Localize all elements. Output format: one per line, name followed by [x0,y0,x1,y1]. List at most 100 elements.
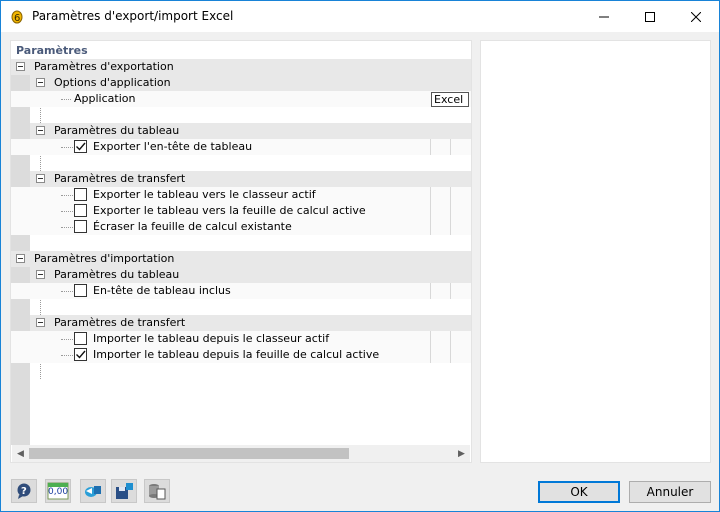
window-title: Paramètres d'export/import Excel [32,9,234,23]
application-label: Application [74,92,136,105]
column-divider [450,347,451,363]
group-label: Paramètres d'exportation [34,60,174,73]
svg-text:?: ? [21,486,27,497]
title-bar: 6 Paramètres d'export/import Excel [1,1,719,32]
export-button[interactable] [80,479,106,503]
dialog-window: 6 Paramètres d'export/import Excel Param… [0,0,720,512]
collapse-toggle-icon[interactable] [36,318,45,327]
ok-button[interactable]: OK [538,481,620,503]
close-button[interactable] [673,1,719,32]
subgroup-label: Paramètres du tableau [54,124,180,137]
column-divider [430,283,431,299]
cancel-button[interactable]: Annuler [629,481,711,503]
column-divider [450,219,451,235]
tree-line [61,227,73,228]
collapse-toggle-icon[interactable] [36,126,45,135]
export-header-label: Exporter l'en-tête de tableau [93,140,253,153]
column-divider [430,347,431,363]
tree-line [61,195,73,196]
tree-line [61,99,71,100]
collapse-toggle-icon[interactable] [16,254,25,263]
import-from-sheet-label: Importer le tableau depuis la feuille de… [93,348,380,361]
column-divider [450,331,451,347]
column-divider [430,139,431,155]
tree-item-overwrite-sheet[interactable]: Écraser la feuille de calcul existante [11,219,471,235]
column-divider [430,331,431,347]
svg-text:6: 6 [14,13,20,24]
export-to-sheet-checkbox[interactable] [74,204,87,217]
subgroup-label: Paramètres de transfert [54,316,186,329]
header-included-label: En-tête de tableau inclus [93,284,231,297]
tree-line [61,147,73,148]
tree-subgroup-transfer-export[interactable]: Paramètres de transfert [30,171,471,187]
column-divider [430,187,431,203]
panel-header: Paramètres [16,44,88,57]
tree-item-header-included[interactable]: En-tête de tableau inclus [11,283,471,299]
export-to-sheet-label: Exporter le tableau vers la feuille de c… [93,204,366,217]
overwrite-sheet-label: Écraser la feuille de calcul existante [93,220,292,233]
preview-panel [480,40,711,463]
decimal-label: 0,00 [48,487,69,497]
overwrite-sheet-checkbox[interactable] [74,220,87,233]
load-settings-button[interactable] [144,479,170,503]
collapse-toggle-icon[interactable] [36,270,45,279]
horizontal-scrollbar[interactable]: ◀ ▶ [12,445,470,462]
tree-line [61,211,73,212]
tree-line [61,339,73,340]
header-included-checkbox[interactable] [74,284,87,297]
export-to-workbook-checkbox[interactable] [74,188,87,201]
help-button[interactable]: ? [11,479,37,503]
save-settings-icon [116,483,133,499]
column-divider [450,139,451,155]
collapse-toggle-icon[interactable] [36,174,45,183]
minimize-icon [599,16,609,17]
application-value-field[interactable]: Excel [431,92,469,107]
help-icon: ? [17,483,31,499]
tree-line [61,355,73,356]
tree-group-import[interactable]: Paramètres d'importation [11,251,471,267]
save-settings-button[interactable] [111,479,137,503]
tree-item-export-to-workbook[interactable]: Exporter le tableau vers le classeur act… [11,187,471,203]
checkmark-icon [76,142,86,151]
scroll-right-icon[interactable]: ▶ [453,445,470,462]
import-from-workbook-label: Importer le tableau depuis le classeur a… [93,332,330,345]
subgroup-label: Paramètres du tableau [54,268,180,281]
column-divider [450,203,451,219]
close-icon [691,11,701,22]
tree-group-export[interactable]: Paramètres d'exportation [11,59,471,75]
minimize-button[interactable] [581,1,627,32]
tree-item-import-from-workbook[interactable]: Importer le tableau depuis le classeur a… [11,331,471,347]
subgroup-label: Options d'application [54,76,171,89]
load-settings-icon [149,484,166,500]
collapse-toggle-icon[interactable] [16,62,25,71]
tree-item-export-header[interactable]: Exporter l'en-tête de tableau [11,139,471,155]
column-divider [430,203,431,219]
collapse-toggle-icon[interactable] [36,78,45,87]
export-header-checkbox[interactable] [74,140,87,153]
tree-subgroup-app-options[interactable]: Options d'application [30,75,471,91]
import-from-workbook-checkbox[interactable] [74,332,87,345]
subgroup-label: Paramètres de transfert [54,172,186,185]
tree-subgroup-table-import[interactable]: Paramètres du tableau [30,267,471,283]
export-to-workbook-label: Exporter le tableau vers le classeur act… [93,188,316,201]
maximize-button[interactable] [627,1,673,32]
tree-item-export-to-sheet[interactable]: Exporter le tableau vers la feuille de c… [11,203,471,219]
column-divider [450,187,451,203]
decimal-places-button[interactable]: 0,00 [45,479,71,503]
scrollbar-thumb[interactable] [29,448,349,459]
tree-subgroup-transfer-import[interactable]: Paramètres de transfert [30,315,471,331]
tree-item-application[interactable]: Application Excel [11,91,471,107]
tree-line [61,291,73,292]
maximize-icon [645,11,655,22]
import-from-sheet-checkbox[interactable] [74,348,87,361]
tree-subgroup-table-export[interactable]: Paramètres du tableau [30,123,471,139]
export-icon [85,486,101,497]
scroll-left-icon[interactable]: ◀ [12,445,29,462]
tree-item-import-from-sheet[interactable]: Importer le tableau depuis la feuille de… [11,347,471,363]
settings-tree-panel: Paramètres Paramètres d'exportation Opti… [10,40,472,463]
column-divider [430,219,431,235]
column-divider [450,283,451,299]
checkmark-icon [76,350,86,359]
group-label: Paramètres d'importation [34,252,175,265]
app-icon: 6 [11,10,23,24]
